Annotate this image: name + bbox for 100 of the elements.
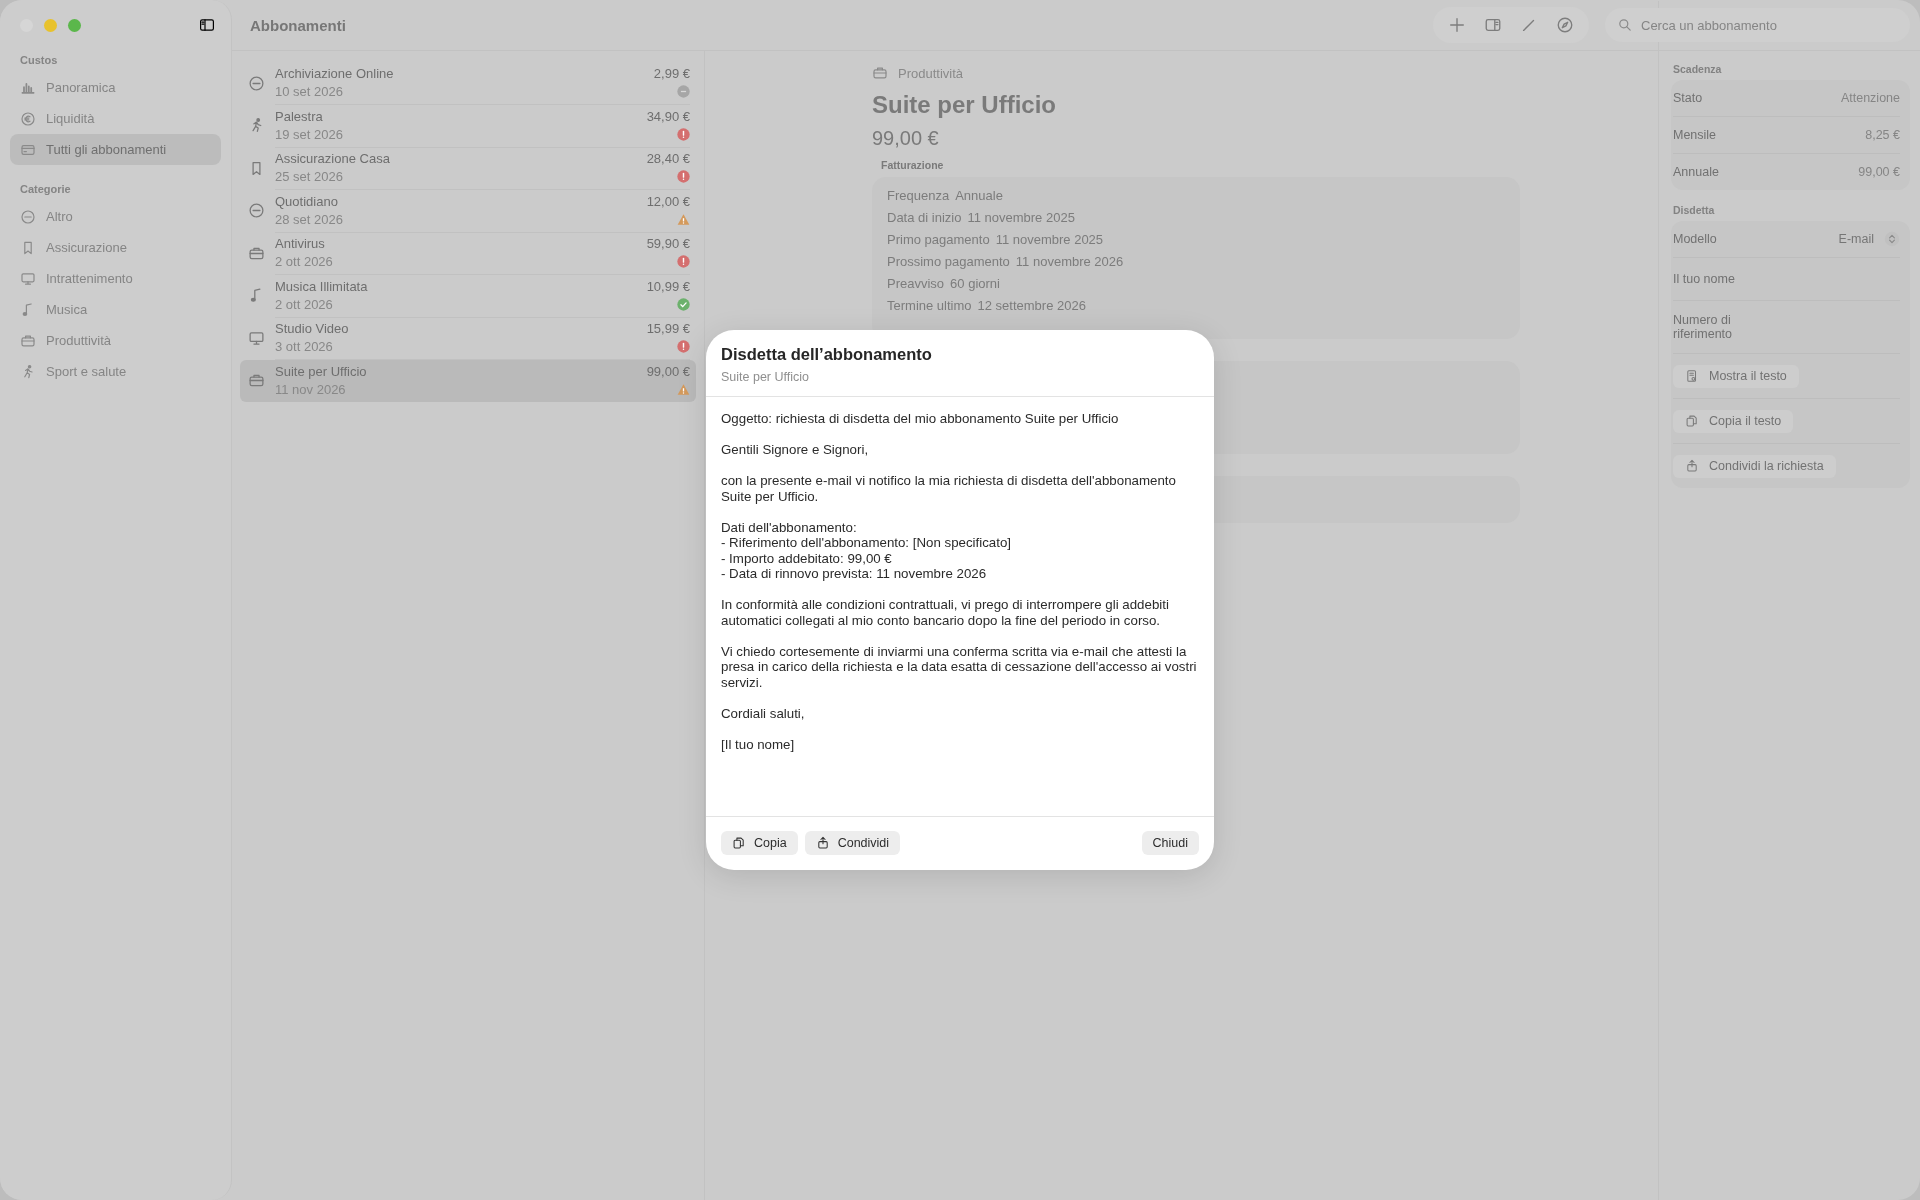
briefcase-icon [872,65,888,81]
row-label: Modello [1673,232,1717,246]
subscription-name: Suite per Ufficio [275,364,367,380]
field-label: Data di inizio [887,210,962,225]
row-label: Mensile [1673,128,1717,142]
subscription-amount: 12,00 € [646,193,690,209]
subscription-name: Quotidiano [275,193,338,209]
zoom-button[interactable] [68,18,81,32]
section-heading: Fatturazione [881,159,945,171]
subscription-amount: 15,99 € [646,321,690,337]
section-heading: Scadenza [1672,62,1723,77]
row-value: 8,25 € [1865,128,1900,142]
minus-circle-icon [20,208,36,225]
panel-icon [1484,16,1502,34]
window-title: Abbonamenti [250,16,346,34]
field-value: 11 novembre 2025 [995,232,1104,247]
template-popup[interactable]: E-mail [1838,231,1900,247]
minus-circle-icon [248,74,265,92]
field-label: Termine ultimo [887,298,972,313]
dialog-button[interactable]: Condividi [804,831,901,855]
sidebar-item[interactable]: Altro [10,201,221,232]
letter-paragraph: Vi chiedo cortesemente di inviarmi una conferma scritta via e-mail che attesti la presa in carico della richiesta e la data esatta di cessazione dell'accesso ai vostri servizi. [721,643,1198,690]
section-heading: Disdetta [1672,203,1716,218]
sidebar-item[interactable]: Produttività [10,325,221,356]
letter-paragraph: Dati dell'abbonamento: - Riferimento dell'abbonamento: [Non specificato] - Importo addebitato: 99,00 € - Data di rinnovo prevista: 11 novembre 2026 [721,519,1013,582]
minimize-button[interactable] [44,18,57,32]
category-label: Produttività [898,65,964,81]
document-icon [1685,369,1699,383]
sidebar-icon [197,17,217,33]
dialog-subtitle: Suite per Ufficio [721,370,810,384]
share-icon [815,836,830,850]
action-button[interactable]: Copia il testo [1673,409,1794,433]
subscription-amount: 10,99 € [646,278,690,294]
field-value: 12 settembre 2026 [977,298,1086,313]
subscription-row[interactable]: Antivirus 59,90 € 2 ott 2026 [240,232,696,275]
subscription-name: Archiviazione Online [275,66,394,82]
section-heading: Categorie [19,182,72,197]
letter-paragraph: con la presente e-mail vi notifico la mia richiesta di disdetta dell'abbonamento Suite per Ufficio. [721,473,1177,504]
subscription-name: Musica Illimitata [275,278,368,294]
action-button[interactable]: Mostra il testo [1673,364,1799,388]
subscription-amount: 2,99 € [653,66,690,82]
section-heading: Custos [19,53,59,68]
compass-icon [1556,16,1574,34]
subscription-row[interactable]: Archiviazione Online 2,99 € 10 set 2026 [240,62,696,105]
subscription-date: 2 ott 2026 [275,296,333,312]
subscription-price: 99,00 € [872,127,940,150]
row-value: 99,00 € [1858,165,1900,179]
subscription-title: Suite per Ufficio [872,91,1058,119]
sidebar-item[interactable]: Liquidità [10,103,221,134]
row-label: Stato [1673,91,1703,105]
subscription-row[interactable]: Palestra 34,90 € 19 set 2026 [240,104,696,147]
subscription-date: 2 ott 2026 [275,254,333,270]
field-label: Frequenza [887,188,950,203]
subscription-amount: 28,40 € [646,151,690,167]
field-value: 11 novembre 2026 [1015,254,1124,269]
row-label: Annuale [1673,165,1719,179]
sidebar-item[interactable]: Sport e salute [10,356,221,387]
subscription-date: 25 set 2026 [275,169,343,185]
dialog-button[interactable]: Copia [721,831,798,855]
field-label: Prossimo pagamento [887,254,1010,269]
subscription-amount: 59,90 € [646,236,690,252]
sidebar-item[interactable]: Intrattenimento [10,263,221,294]
letter-paragraph: Gentili Signore e Signori, [721,442,870,458]
dialog-button[interactable]: Chiudi [1141,831,1199,855]
copy-icon [732,836,746,850]
field-value: 11 novembre 2025 [967,210,1075,225]
subscription-amount: 34,90 € [646,108,690,124]
sidebar-item[interactable]: Tutti gli abbonamenti [10,134,221,165]
subscription-name: Assicurazione Casa [275,151,390,167]
share-icon [1685,459,1699,473]
add-icon [1448,16,1466,34]
subscription-date: 3 ott 2026 [275,339,333,355]
sidebar-item[interactable]: Assicurazione [10,232,221,263]
subscription-row[interactable]: Quotidiano 12,00 € 28 set 2026 [240,189,696,232]
subscription-row[interactable]: Musica Illimitata 10,99 € 2 ott 2026 [240,274,696,317]
euro-icon [20,110,36,127]
sidebar-item[interactable]: Musica [10,294,221,325]
field-value: Annuale [955,188,1003,203]
letter-paragraph: [Il tuo nome] [721,736,796,752]
copy-icon [1685,414,1699,428]
chevrons-icon [1884,231,1900,247]
row-label: Il tuo nome [1673,272,1735,286]
dialog-title: Disdetta dell’abbonamento [721,345,933,364]
field-label: Primo pagamento [887,232,990,247]
action-button[interactable]: Condividi la richiesta [1673,454,1836,478]
subscription-date: 19 set 2026 [275,126,343,142]
subscription-name: Antivirus [275,236,325,252]
search-field[interactable]: Cerca un abbonamento [1605,8,1910,42]
subscription-amount: 99,00 € [646,364,690,380]
field-value: 60 giorni [950,276,1000,291]
sidebar-item[interactable]: Panoramica [10,72,221,103]
subscription-date: 10 set 2026 [275,84,343,100]
subscription-row[interactable]: Assicurazione Casa 28,40 € 25 set 2026 [240,147,696,190]
minus-circle-icon [248,202,265,220]
field-label: Preavviso [887,276,945,291]
row-value: Attenzione [1840,91,1900,105]
subscription-name: Palestra [275,108,323,124]
subscription-name: Studio Video [275,321,349,337]
subscription-date: 28 set 2026 [275,211,343,227]
letter-paragraph: Oggetto: richiesta di disdetta del mio abbonamento Suite per Ufficio [721,411,1120,427]
